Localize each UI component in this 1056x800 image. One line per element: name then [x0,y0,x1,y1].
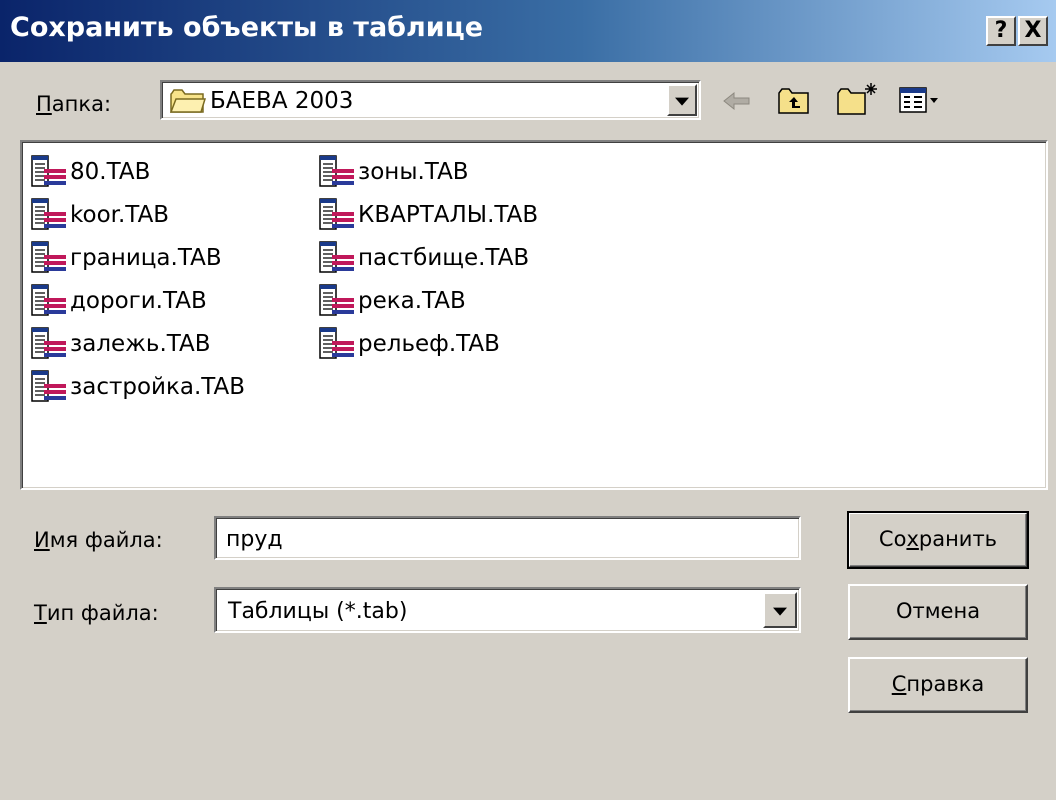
folder-combo[interactable]: БАЕВА 2003 [160,80,701,120]
file-item[interactable]: koor.TAB [30,193,245,236]
view-menu-icon[interactable] [898,86,942,119]
table-file-icon [318,283,358,319]
folder-label: Папка: [36,92,112,116]
window-title: Сохранить объекты в таблице [10,12,484,43]
file-item[interactable]: застройка.TAB [30,365,245,408]
file-item[interactable]: КВАРТАЛЫ.TAB [318,193,538,236]
file-item-label: дороги.TAB [70,287,207,314]
cancel-button[interactable]: Отмена [848,584,1028,640]
filetype-select[interactable]: Таблицы (*.tab) [214,587,801,633]
save-button[interactable]: Сохранить [847,511,1029,569]
folder-dropdown-button[interactable] [667,84,697,116]
file-item[interactable]: рельеф.TAB [318,322,538,365]
file-item[interactable]: пастбище.TAB [318,236,538,279]
file-item-label: застройка.TAB [70,373,246,400]
file-item[interactable]: зоны.TAB [318,150,538,193]
file-item-label: зоны.TAB [358,158,469,185]
table-file-icon [318,154,358,190]
table-file-icon [30,326,70,362]
filename-value: пруд [226,527,283,552]
file-item-label: граница.TAB [70,244,222,271]
back-arrow-icon[interactable] [722,89,752,118]
file-column-2: зоны.TAB КВАРТАЛЫ.TAB пастбище.TAB река.TAB… [318,150,538,365]
table-file-icon [318,197,358,233]
filename-input[interactable]: пруд [214,516,801,560]
file-item-label: КВАРТАЛЫ.TAB [358,201,539,228]
file-item[interactable]: дороги.TAB [30,279,245,322]
table-file-icon [30,197,70,233]
file-item-label: рельеф.TAB [358,330,500,357]
table-file-icon [318,326,358,362]
folder-name: БАЕВА 2003 [210,88,354,114]
new-folder-icon[interactable] [835,81,879,122]
table-file-icon [30,369,70,405]
file-item-label: река.TAB [358,287,466,314]
table-file-icon [30,283,70,319]
file-item-label: koor.TAB [70,201,170,228]
file-item-label: 80.TAB [70,158,151,185]
folder-icon [169,88,207,119]
filetype-value: Таблицы (*.tab) [228,599,408,624]
file-item-label: пастбище.TAB [358,244,530,271]
file-item-label: залежь.TAB [70,330,211,357]
table-file-icon [30,240,70,276]
file-item[interactable]: граница.TAB [30,236,245,279]
help-button[interactable]: Справка [848,657,1028,713]
filetype-dropdown-button[interactable] [763,592,797,628]
close-title-button[interactable]: X [1018,16,1048,46]
filetype-label: Тип файла: [34,601,159,625]
file-item[interactable]: 80.TAB [30,150,245,193]
table-file-icon [318,240,358,276]
file-item[interactable]: река.TAB [318,279,538,322]
file-item[interactable]: залежь.TAB [30,322,245,365]
up-folder-icon[interactable] [777,86,811,121]
help-title-button[interactable]: ? [986,16,1016,46]
table-file-icon [30,154,70,190]
filename-label: Имя файла: [34,528,163,552]
file-column-1: 80.TAB koor.TAB граница.TAB дороги.TAB залеж… [30,150,245,408]
file-list[interactable]: 80.TAB koor.TAB граница.TAB дороги.TAB залеж… [20,140,1048,490]
title-bar[interactable]: Сохранить объекты в таблице ? X [0,0,1056,62]
